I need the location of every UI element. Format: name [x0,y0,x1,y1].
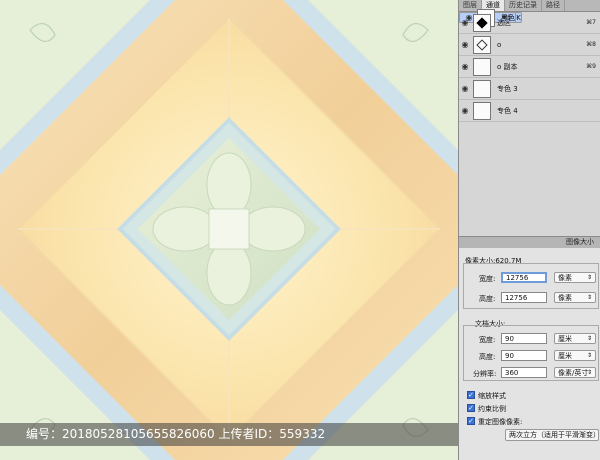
stepper-arrows-icon: ⇕ [586,352,592,359]
height-unit-select[interactable]: 像素 ⇕ [554,292,596,303]
image-canvas[interactable]: 编号：20180528105655826060 上传者ID：559332 [0,0,458,460]
constrain-proportions-label: 约束比例 [478,405,506,413]
channel-name: o [497,40,502,49]
width-input[interactable]: 12756 [501,272,547,283]
resolution-input[interactable]: 360 [501,367,547,378]
scale-styles-label: 缩放样式 [478,392,506,400]
channel-row-selection[interactable]: ◉ 选区 ⌘7 [459,12,600,34]
image-id-caption: 编号：20180528105655826060 上传者ID：559332 [0,423,458,446]
channel-shortcut: ⌘7 [586,19,596,26]
tab-paths[interactable]: 路径 [542,0,565,11]
stepper-arrows-icon: ⇕ [586,369,592,376]
stepper-arrows-icon: ⇕ [586,335,592,342]
eye-icon[interactable]: ◉ [459,18,471,27]
channel-name: 专色 3 [497,84,518,93]
channel-shortcut: ⌘8 [586,41,596,48]
stepper-arrows-icon: ⇕ [586,294,592,301]
channel-row-o-copy[interactable]: ◉ o 副本 ⌘9 [459,56,600,78]
resolution-label: 分辨率: [473,370,497,378]
channel-name: 选区 [497,18,511,27]
channel-row-spot-3[interactable]: ◉ 专色 3 [459,78,600,100]
doc-width-unit-value: 厘米 [558,335,572,343]
doc-width-label: 宽度: [479,336,496,344]
eye-icon[interactable]: ◉ [459,106,471,115]
height-unit-value: 像素 [558,294,572,302]
doc-width-unit-select[interactable]: 厘米 ⇕ [554,333,596,344]
eye-icon[interactable]: ◉ [459,40,471,49]
dialog-title: 图像大小 [459,237,600,248]
resample-checkbox[interactable]: ✓ [467,417,475,425]
stepper-arrows-icon: ⇕ [586,274,592,281]
channel-thumbnail [473,101,491,120]
resample-method-select[interactable]: 两次立方（适用于平滑渐变） [505,429,599,441]
scale-styles-checkbox[interactable]: ✓ [467,391,475,399]
constrain-proportions-checkbox[interactable]: ✓ [467,404,475,412]
channel-shortcut: ⌘9 [586,63,596,70]
image-size-dialog: 图像大小 像素大小:620.7M 宽度: 12756 像素 ⇕ 高度: 12756… [458,236,600,460]
diamond-icon [476,16,488,29]
channel-name: 专色 4 [497,106,518,115]
channel-list: ◉ CMYK ⌘2 ◉ 青色 ⌘3 ◉ 洋红 ⌘4 ◉ 黄色 ⌘5 ◉ 黑色 ⌘… [459,8,600,122]
channel-name: o 副本 [497,62,518,71]
doc-width-input[interactable]: 90 [501,333,547,344]
channel-thumbnail [473,35,491,54]
eye-icon[interactable]: ◉ [459,62,471,71]
diamond-outline-icon [476,38,488,51]
doc-height-unit-value: 厘米 [558,352,572,360]
doc-height-label: 高度: [479,353,496,361]
resolution-unit-value: 像素/英寸 [558,369,589,377]
doc-height-input[interactable]: 90 [501,350,547,361]
width-unit-value: 像素 [558,274,572,282]
height-input[interactable]: 12756 [501,292,547,303]
channel-row-spot-4[interactable]: ◉ 专色 4 [459,100,600,122]
channel-thumbnail [473,13,491,32]
width-unit-select[interactable]: 像素 ⇕ [554,272,596,283]
width-label: 宽度: [479,275,496,283]
tab-history[interactable]: 历史记录 [505,0,542,11]
tile-artwork [0,0,458,460]
doc-height-unit-select[interactable]: 厘米 ⇕ [554,350,596,361]
resolution-unit-select[interactable]: 像素/英寸 ⇕ [554,367,596,378]
eye-icon[interactable]: ◉ [459,84,471,93]
channel-thumbnail [473,79,491,98]
channel-row-o[interactable]: ◉ o ⌘8 [459,34,600,56]
height-label: 高度: [479,295,496,303]
channel-thumbnail [473,57,491,76]
resample-label: 重定图像像素: [478,418,523,426]
